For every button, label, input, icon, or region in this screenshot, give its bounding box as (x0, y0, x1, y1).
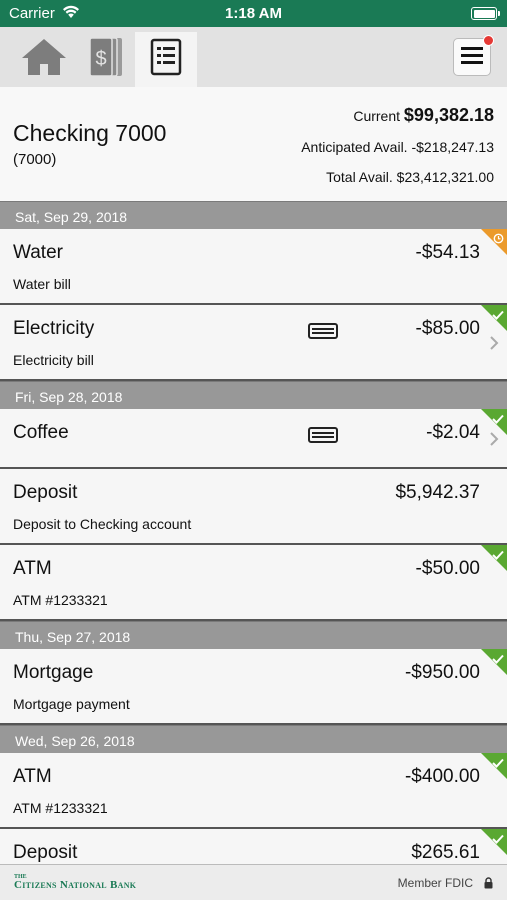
transaction-title: ATM (13, 766, 52, 787)
fdic-notice: Member FDIC (397, 876, 473, 890)
transaction-amount: -$950.00 (404, 662, 480, 683)
lock-icon (484, 876, 493, 894)
transaction-title: Deposit (13, 842, 78, 863)
transaction-amount: -$85.00 (415, 318, 480, 339)
date-header: Fri, Sep 28, 2018 (0, 381, 507, 409)
checkmark-icon (492, 831, 504, 849)
home-icon (21, 37, 67, 82)
transaction-list[interactable]: Sat, Sep 29, 2018 Water -$54.13 Water bi… (0, 201, 507, 864)
current-balance: Current $99,382.18 (353, 105, 494, 126)
current-balance-label: Current (353, 108, 401, 124)
total-balance-label: Total Avail. (326, 169, 393, 185)
transaction-amount: $5,942.37 (395, 482, 480, 503)
transaction-row[interactable]: Mortgage -$950.00 Mortgage payment (0, 649, 507, 725)
menu-button[interactable] (453, 35, 494, 76)
transaction-row[interactable]: ATM -$400.00 ATM #1233321 (0, 753, 507, 829)
transaction-amount: -$54.13 (415, 242, 480, 263)
transaction-title: Water (13, 242, 63, 263)
date-header: Wed, Sep 26, 2018 (0, 725, 507, 753)
transaction-row[interactable]: Coffee -$2.04 (0, 409, 507, 469)
total-balance-value: $23,412,321.00 (396, 169, 494, 185)
transaction-row[interactable]: Electricity -$85.00 Electricity bill (0, 305, 507, 381)
transaction-amount: -$50.00 (415, 558, 480, 579)
bank-logo-name: Citizens National Bank (14, 879, 137, 891)
chevron-right-icon (489, 335, 499, 356)
transaction-description: ATM #1233321 (13, 592, 108, 608)
checkmark-icon (492, 651, 504, 669)
transaction-row[interactable]: Deposit $265.61 (0, 829, 507, 864)
transaction-title: Coffee (13, 422, 69, 443)
current-balance-value: $99,382.18 (403, 105, 494, 125)
anticipated-balance-value: -$218,247.13 (411, 139, 494, 155)
transaction-row[interactable]: Water -$54.13 Water bill (0, 229, 507, 305)
anticipated-balance-label: Anticipated Avail. (301, 139, 408, 155)
card-icon (308, 427, 338, 448)
date-header: Sat, Sep 29, 2018 (0, 201, 507, 229)
transaction-description: Water bill (13, 276, 71, 292)
bank-logo[interactable]: THE Citizens National Bank (14, 874, 136, 891)
checkmark-icon (492, 411, 504, 429)
transaction-row[interactable]: Deposit $5,942.37 Deposit to Checking ac… (0, 469, 507, 545)
transaction-title: Mortgage (13, 662, 94, 683)
status-time: 1:18 AM (225, 5, 282, 22)
clock-icon (493, 231, 504, 249)
money-icon: $ (86, 36, 126, 83)
transaction-amount: $265.61 (411, 842, 480, 863)
checkmark-icon (492, 547, 504, 565)
status-bar: Carrier 1:18 AM (0, 0, 507, 27)
tab-money[interactable]: $ (75, 32, 137, 87)
tab-register[interactable] (135, 32, 197, 87)
svg-text:$: $ (95, 48, 106, 70)
total-balance: Total Avail. $23,412,321.00 (326, 169, 494, 185)
top-toolbar: $ (0, 27, 507, 87)
anticipated-balance: Anticipated Avail. -$218,247.13 (301, 139, 494, 155)
checkmark-icon (492, 307, 504, 325)
transaction-description: Deposit to Checking account (13, 516, 192, 532)
transaction-title: Deposit (13, 482, 78, 503)
notification-badge (483, 35, 494, 46)
account-summary: Checking 7000 (7000) Current $99,382.18 … (0, 87, 507, 201)
transaction-description: ATM #1233321 (13, 800, 108, 816)
transaction-description: Mortgage payment (13, 696, 130, 712)
account-title: Checking 7000 (13, 120, 167, 146)
transaction-description: Electricity bill (13, 352, 94, 368)
footer: THE Citizens National Bank Member FDIC (0, 864, 507, 900)
hamburger-menu-icon (461, 46, 483, 69)
account-number: (7000) (13, 151, 57, 168)
tab-home[interactable] (13, 32, 75, 87)
register-icon (150, 38, 182, 81)
date-header: Thu, Sep 27, 2018 (0, 621, 507, 649)
checkmark-icon (492, 755, 504, 773)
transaction-title: ATM (13, 558, 52, 579)
transaction-row[interactable]: ATM -$50.00 ATM #1233321 (0, 545, 507, 621)
transaction-amount: -$2.04 (426, 422, 480, 443)
card-icon (308, 323, 338, 344)
transaction-amount: -$400.00 (404, 766, 480, 787)
battery-icon (471, 7, 500, 20)
transaction-title: Electricity (13, 318, 95, 339)
